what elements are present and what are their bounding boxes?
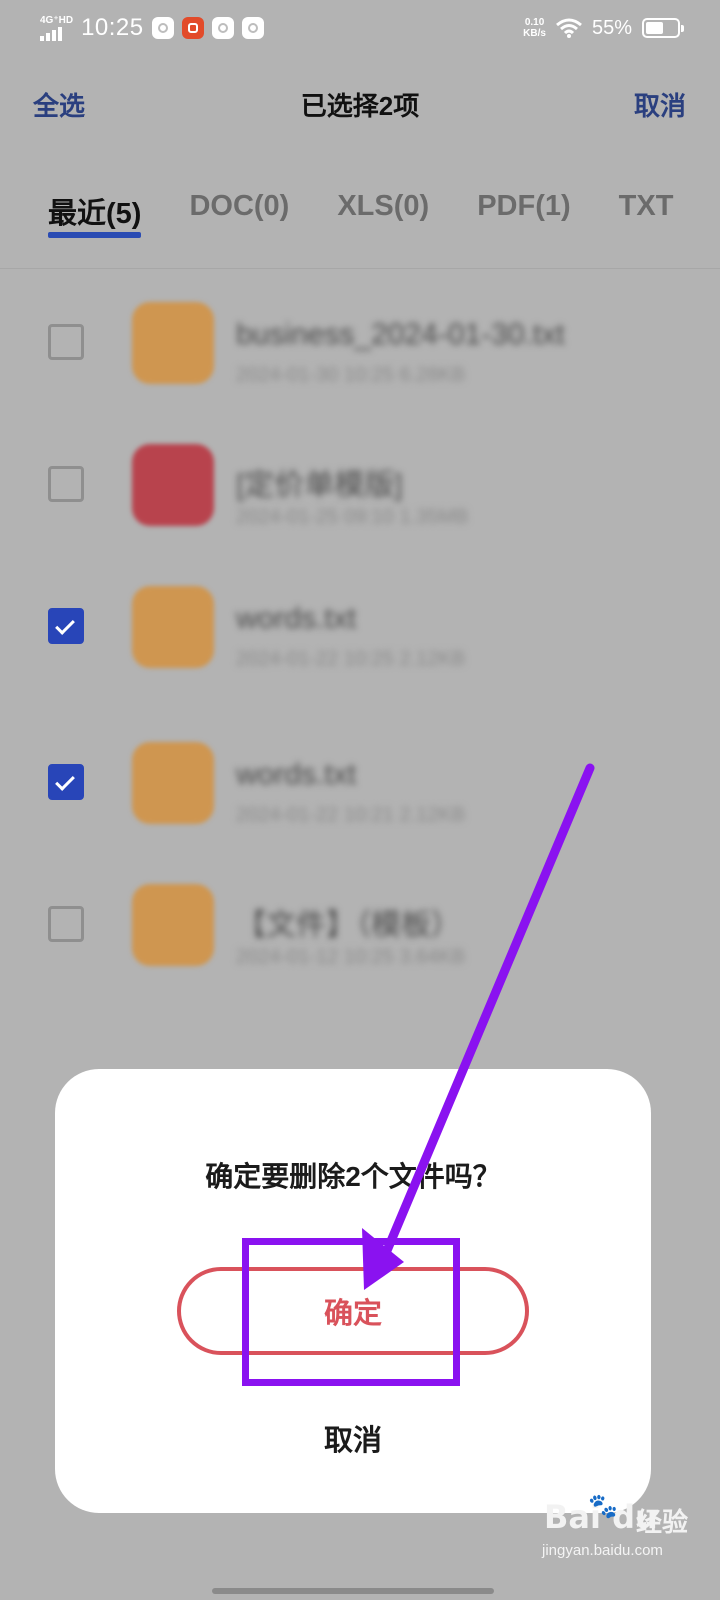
txt-file-icon xyxy=(132,586,214,668)
list-item[interactable]: [定价单模版] 2024-01-25 09:10 1.35MB xyxy=(0,426,720,546)
pdf-file-icon xyxy=(132,444,214,526)
txt-file-icon xyxy=(132,742,214,824)
file-checkbox[interactable] xyxy=(48,608,84,644)
tab-label: XLS(0) xyxy=(337,190,430,222)
watermark-url: jingyan.baidu.com xyxy=(542,1542,663,1559)
annotation-highlight-box xyxy=(242,1238,460,1386)
file-checkbox[interactable] xyxy=(48,324,84,360)
tab-label: DOC(0) xyxy=(189,190,290,222)
list-item[interactable]: 【文件】（模板） 2024-01-12 10:25 3.64KB xyxy=(0,866,720,986)
file-meta: 2024-01-22 10:25 2.12KB xyxy=(236,648,466,670)
clock: 10:25 xyxy=(81,14,144,41)
notification-play-icon xyxy=(241,17,264,39)
tab-txt[interactable]: TXT xyxy=(619,190,674,232)
network-type: 4G⁺HD xyxy=(40,14,74,26)
txt-file-icon xyxy=(132,884,214,966)
selection-header: 全选 已选择2项 取消 xyxy=(0,72,720,136)
cellular-signal-icon: 4G⁺HD xyxy=(40,14,74,41)
tab-xls[interactable]: XLS(0) xyxy=(337,190,429,232)
checkmark-icon xyxy=(55,615,75,635)
network-speed-value: 0.10 xyxy=(524,17,545,28)
file-name: [定价单模版] xyxy=(236,469,403,502)
file-type-tabs: 最近(5) DOC(0) XLS(0) PDF(1) TXT xyxy=(48,190,674,238)
network-speed-unit: KB/s xyxy=(523,28,546,39)
battery-icon xyxy=(642,18,684,38)
dialog-cancel-button[interactable]: 取消 xyxy=(55,1417,651,1459)
divider xyxy=(0,268,720,269)
file-name: words.txt xyxy=(236,602,357,635)
cancel-selection-button[interactable]: 取消 xyxy=(634,86,686,123)
tab-label: 最近(5) xyxy=(48,198,142,230)
status-bar: 4G⁺HD 10:25 0.10 KB/s 55% xyxy=(0,0,720,56)
dialog-message: 确定要删除2个文件吗？ xyxy=(205,1161,501,1192)
checkmark-icon xyxy=(55,771,75,791)
active-tab-indicator xyxy=(48,232,142,238)
tab-label: PDF(1) xyxy=(477,190,571,222)
home-indicator[interactable] xyxy=(212,1588,494,1594)
file-name: business_2024-01-30.txt xyxy=(236,318,565,351)
network-speed: 0.10 KB/s xyxy=(523,17,546,39)
txt-file-icon xyxy=(132,302,214,384)
tab-pdf[interactable]: PDF(1) xyxy=(477,190,570,232)
file-meta: 2024-01-22 10:21 2.12KB xyxy=(236,804,466,826)
file-checkbox[interactable] xyxy=(48,906,84,942)
list-item[interactable]: words.txt 2024-01-22 10:21 2.12KB xyxy=(0,724,720,844)
tab-label: TXT xyxy=(618,190,674,222)
file-meta: 2024-01-25 09:10 1.35MB xyxy=(236,506,469,528)
tab-doc[interactable]: DOC(0) xyxy=(189,190,289,232)
page-title: 已选择2项 xyxy=(300,91,420,121)
file-name: words.txt xyxy=(236,758,357,791)
file-meta: 2024-01-30 10:25 6.28KB xyxy=(236,364,466,386)
baidu-jingyan-watermark: Bai du 🐾 经验 jingyan.baidu.com xyxy=(538,1490,708,1564)
notification-app-icon xyxy=(151,17,174,39)
file-checkbox[interactable] xyxy=(48,764,84,800)
file-checkbox[interactable] xyxy=(48,466,84,502)
file-meta: 2024-01-12 10:25 3.64KB xyxy=(236,946,466,968)
list-item[interactable]: words.txt 2024-01-22 10:25 2.12KB xyxy=(0,568,720,688)
notification-play-icon xyxy=(211,17,234,39)
battery-percent: 55% xyxy=(591,16,632,39)
tab-recent[interactable]: 最近(5) xyxy=(48,190,142,238)
notification-camera-icon xyxy=(181,17,204,39)
paw-icon: 🐾 xyxy=(588,1493,618,1520)
watermark-suffix: 经验 xyxy=(636,1507,689,1537)
file-name: 【文件】（模板） xyxy=(236,909,461,942)
wifi-icon xyxy=(556,18,582,38)
list-item[interactable]: business_2024-01-30.txt 2024-01-30 10:25… xyxy=(0,284,720,404)
